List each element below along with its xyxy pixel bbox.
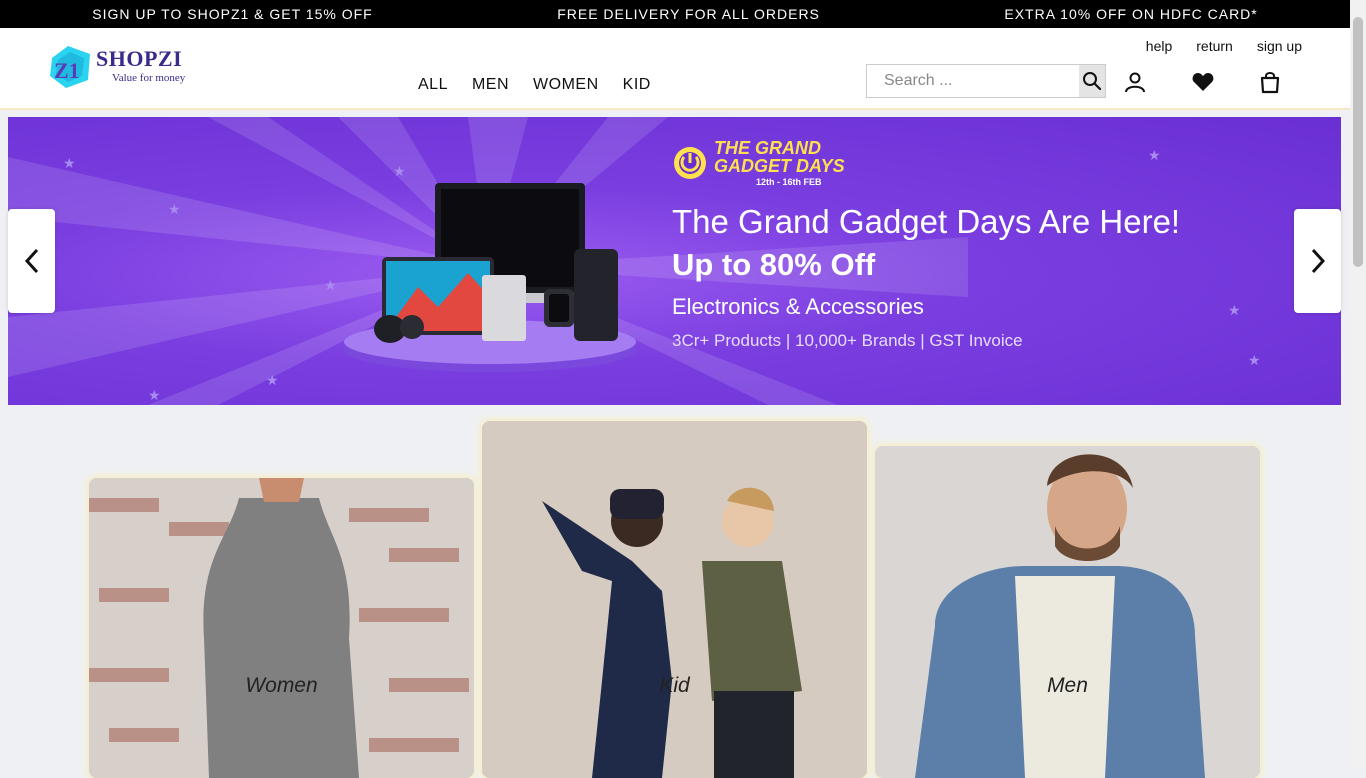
sign-up-link[interactable]: sign up bbox=[1257, 38, 1302, 54]
nav-women[interactable]: WOMEN bbox=[533, 76, 599, 94]
men-photo bbox=[875, 446, 1260, 778]
return-link[interactable]: return bbox=[1196, 38, 1233, 54]
category-card-men[interactable]: Men bbox=[875, 446, 1260, 778]
account-button[interactable] bbox=[1123, 70, 1147, 94]
star-decoration: ★ bbox=[148, 387, 161, 403]
kid-photo bbox=[482, 421, 867, 778]
star-decoration: ★ bbox=[1248, 352, 1261, 368]
banner-offer: Up to 80% Off bbox=[672, 247, 876, 282]
page-scrollbar[interactable] bbox=[1350, 0, 1366, 768]
svg-text:Z1: Z1 bbox=[54, 58, 80, 83]
star-decoration: ★ bbox=[1228, 302, 1241, 318]
gadget-days-badge: THE GRAND GADGET DAYS 12th - 16th FEB bbox=[672, 139, 845, 187]
search-box bbox=[866, 64, 1106, 98]
heart-icon bbox=[1192, 73, 1214, 91]
category-label-kid: Kid bbox=[659, 674, 690, 697]
help-link[interactable]: help bbox=[1146, 38, 1172, 54]
banner-subline: 3Cr+ Products | 10,000+ Brands | GST Inv… bbox=[672, 331, 1023, 350]
star-decoration: ★ bbox=[266, 372, 279, 388]
banner-category: Electronics & Accessories bbox=[672, 294, 924, 319]
nav-all[interactable]: ALL bbox=[418, 76, 448, 94]
star-decoration: ★ bbox=[168, 201, 181, 217]
shopping-bag-icon bbox=[1260, 72, 1280, 94]
power-icon bbox=[674, 147, 706, 179]
gadgets-illustration bbox=[344, 183, 636, 372]
category-label-men: Men bbox=[1047, 674, 1088, 697]
user-icon bbox=[1125, 72, 1145, 93]
women-photo bbox=[89, 478, 474, 778]
site-header: Z1 SHOPZI Value for money ALL MEN WOMEN … bbox=[0, 28, 1350, 110]
promo-delivery: FREE DELIVERY FOR ALL ORDERS bbox=[557, 6, 820, 22]
chevron-right-icon bbox=[1311, 248, 1325, 274]
category-label-women: Women bbox=[245, 674, 318, 697]
promo-bar: SIGN UP TO SHOPZ1 & GET 15% OFF FREE DEL… bbox=[0, 0, 1350, 28]
nav-men[interactable]: MEN bbox=[472, 76, 509, 94]
badge-line1: THE GRAND bbox=[714, 138, 821, 158]
star-decoration: ★ bbox=[1148, 147, 1161, 163]
category-card-women[interactable]: Women bbox=[89, 478, 474, 778]
search-button[interactable] bbox=[1079, 65, 1105, 97]
wishlist-button[interactable] bbox=[1191, 70, 1215, 94]
brand-logo[interactable]: Z1 SHOPZI Value for money bbox=[48, 44, 198, 92]
chevron-left-icon bbox=[24, 248, 38, 274]
utility-nav: help return sign up bbox=[1146, 38, 1302, 54]
logo-icon: Z1 bbox=[50, 46, 90, 88]
cart-button[interactable] bbox=[1258, 70, 1282, 94]
search-input[interactable] bbox=[867, 65, 1079, 97]
carousel-prev-button[interactable] bbox=[8, 209, 55, 313]
badge-line2: GADGET DAYS bbox=[714, 156, 845, 176]
hero-banner[interactable]: ★ ★ ★ ★ ★ ★ ★ ★ ★ THE GRAND GADGET DAYS bbox=[8, 117, 1341, 405]
search-icon bbox=[1083, 72, 1102, 91]
carousel-next-button[interactable] bbox=[1294, 209, 1341, 313]
badge-date: 12th - 16th FEB bbox=[756, 177, 822, 187]
banner-headline: The Grand Gadget Days Are Here! bbox=[672, 203, 1181, 240]
main-nav: ALL MEN WOMEN KID bbox=[418, 76, 651, 94]
category-card-kid[interactable]: Kid bbox=[482, 421, 867, 778]
brand-tagline: Value for money bbox=[112, 72, 186, 84]
promo-hdfc: EXTRA 10% OFF ON HDFC CARD* bbox=[1004, 6, 1258, 22]
star-decoration: ★ bbox=[324, 277, 337, 293]
nav-kid[interactable]: KID bbox=[623, 76, 651, 94]
promo-signup: SIGN UP TO SHOPZ1 & GET 15% OFF bbox=[92, 6, 373, 22]
scrollbar-thumb[interactable] bbox=[1353, 17, 1363, 267]
star-decoration: ★ bbox=[63, 155, 76, 171]
brand-name: SHOPZI bbox=[96, 46, 183, 71]
